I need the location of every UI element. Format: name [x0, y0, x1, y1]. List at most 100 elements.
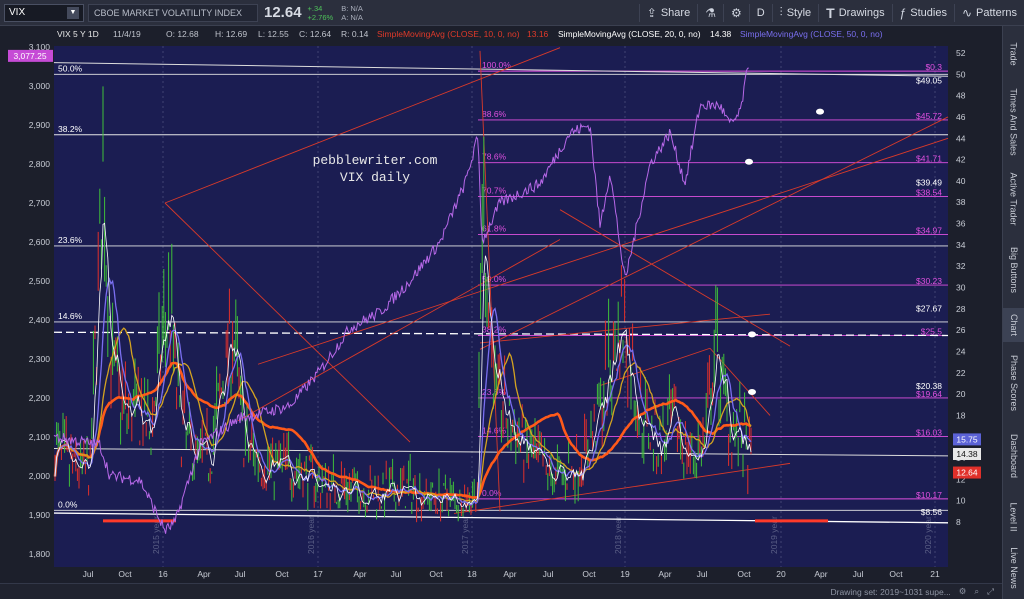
side-tab-live-news[interactable]: Live News — [1003, 546, 1024, 590]
sliders-icon: ⫶ — [779, 5, 783, 19]
side-tab-trade[interactable]: Trade — [1003, 34, 1024, 74]
left-fib-label: 23.6% — [58, 235, 83, 245]
price-change: +.34 +2.76% — [308, 4, 334, 22]
left-fib-label: 14.6% — [58, 311, 83, 321]
right-tick-label: 20 — [956, 389, 966, 399]
right-tick-label: 30 — [956, 283, 966, 293]
marker-dot — [745, 158, 753, 165]
x-tick-label: Apr — [197, 569, 210, 579]
left-fib-label: 50.0% — [58, 63, 83, 73]
x-tick-label: Oct — [582, 569, 596, 579]
left-fib-label: 38.2% — [58, 124, 83, 134]
axis-badge-label: 14.38 — [956, 449, 978, 459]
price-tag: $49.05 — [916, 75, 942, 85]
share-icon: ⇪ — [646, 5, 657, 20]
x-tick-label: Oct — [889, 569, 903, 579]
right-fib-label: 38.2% — [482, 324, 507, 334]
header-field: C: 12.64 — [299, 29, 331, 39]
header-field: H: 12.69 — [215, 29, 247, 39]
patterns-icon: ∿ — [961, 5, 973, 20]
right-tick-label: 26 — [956, 325, 966, 335]
price-tag: $39.49 — [916, 177, 942, 187]
side-tab-chart[interactable]: Chart — [1003, 308, 1024, 342]
side-tab-phase-scores[interactable]: Phase Scores — [1003, 348, 1024, 418]
side-tab-label: Big Buttons — [1009, 246, 1019, 294]
x-tick-label: Oct — [737, 569, 751, 579]
expand-icon[interactable]: ⤢ — [987, 586, 994, 597]
instrument-title: CBOE MARKET VOLATILITY INDEX — [88, 3, 258, 22]
price-tag: $41.71 — [916, 154, 942, 164]
axis-badge-label: 15.75 — [956, 434, 978, 444]
marker-dot — [748, 388, 756, 395]
left-price-badge-label: 3,077.25 — [13, 51, 46, 61]
side-tab-big-buttons[interactable]: Big Buttons — [1003, 240, 1024, 300]
header-field: VIX 5 Y 1D — [57, 29, 99, 39]
side-tab-times-and-sales[interactable]: Times And Sales — [1003, 82, 1024, 162]
header-field: SimpleMovingAvg (CLOSE, 20, 0, no) — [558, 29, 701, 39]
flask-icon: ⚗ — [705, 5, 716, 20]
marker-dot — [748, 331, 756, 338]
price-tag: $19.64 — [916, 389, 942, 399]
right-tick-label: 46 — [956, 112, 966, 122]
left-tick-label: 3,000 — [29, 81, 51, 91]
header-field: 11/4/19 — [113, 29, 141, 39]
patterns-button[interactable]: ∿ Patterns — [955, 0, 1024, 26]
left-tick-label: 2,100 — [29, 432, 51, 442]
right-fib-label: 78.6% — [482, 152, 507, 162]
chevron-down-icon[interactable]: ▼ — [67, 6, 79, 19]
flask-button[interactable]: ⚗ — [698, 0, 723, 26]
change-value: +.34 — [307, 3, 323, 13]
left-tick-label: 2,700 — [29, 198, 51, 208]
change-percent: +2.76% — [307, 12, 334, 22]
symbol-input[interactable]: VIX ▼ — [4, 3, 84, 22]
watermark-line: pebblewriter.com — [313, 153, 438, 168]
vix-chart[interactable]: VIX 5 Y 1D 11/4/19 O: 12.68 H: 12.69 L: 12.5… — [0, 26, 1002, 583]
ask-value: A: N/A — [341, 12, 363, 22]
style-label: Style — [786, 6, 812, 19]
chart-header: VIX 5 Y 1D 11/4/19 O: 12.68 H: 12.69 L: 12.5… — [54, 27, 948, 41]
side-tab-active-trader[interactable]: Active Trader — [1003, 166, 1024, 232]
right-tick-label: 50 — [956, 69, 966, 79]
right-fib-label: 88.6% — [482, 109, 507, 119]
drawings-button[interactable]: T Drawings — [819, 0, 891, 26]
axis-badges: 15.75 14.38 12.64 — [953, 433, 981, 479]
right-tick-label: 32 — [956, 261, 966, 271]
left-fib-label: 0.0% — [58, 499, 78, 509]
side-tab-label: Level II — [1009, 502, 1019, 532]
price-tag: $25.5 — [921, 326, 943, 336]
gear-icon[interactable]: ⚙ — [959, 586, 967, 597]
settings-button[interactable]: ⚙ — [724, 0, 749, 26]
left-tick-label: 2,900 — [29, 120, 51, 130]
x-tick-label: Apr — [814, 569, 827, 579]
period-button[interactable]: D — [750, 0, 772, 26]
toolbar: VIX ▼ CBOE MARKET VOLATILITY INDEX 12.64… — [0, 0, 1024, 26]
search-icon[interactable]: ⌕ — [974, 586, 979, 597]
studies-button[interactable]: ƒ Studies — [893, 0, 954, 26]
right-fib-label: 61.8% — [482, 224, 507, 234]
header-field: L: 12.55 — [258, 29, 289, 39]
right-tick-label: 28 — [956, 304, 966, 314]
x-tick-label: Jul — [83, 569, 94, 579]
price-tag: $10.17 — [916, 490, 942, 500]
right-tick-label: 42 — [956, 155, 966, 165]
year-label: 2016 year — [306, 516, 316, 554]
side-tab-level-ii[interactable]: Level II — [1003, 496, 1024, 538]
side-tab-dashboard[interactable]: Dashboard — [1003, 426, 1024, 486]
right-tick-label: 40 — [956, 176, 966, 186]
right-tick-label: 44 — [956, 133, 966, 143]
right-tick-label: 36 — [956, 219, 966, 229]
x-tick-label: Jul — [543, 569, 554, 579]
header-field: SimpleMovingAvg (CLOSE, 10, 0, no) — [377, 29, 520, 39]
studies-icon: ƒ — [899, 5, 907, 20]
share-button[interactable]: ⇪ Share — [640, 0, 697, 26]
x-tick-label: Oct — [118, 569, 132, 579]
right-tick-label: 22 — [956, 368, 966, 378]
studies-label: Studies — [910, 6, 947, 19]
x-tick-label: Jul — [853, 569, 864, 579]
style-button[interactable]: ⫶ Style — [773, 0, 818, 26]
last-price: 12.64 — [264, 4, 302, 21]
symbol-value: VIX — [9, 7, 26, 18]
status-bar: Drawing set: 2019~1031 supe... ⚙ ⌕ ⤢ — [0, 583, 1002, 599]
header-field: R: 0.14 — [341, 29, 369, 39]
year-label: 2017 year — [460, 516, 470, 554]
